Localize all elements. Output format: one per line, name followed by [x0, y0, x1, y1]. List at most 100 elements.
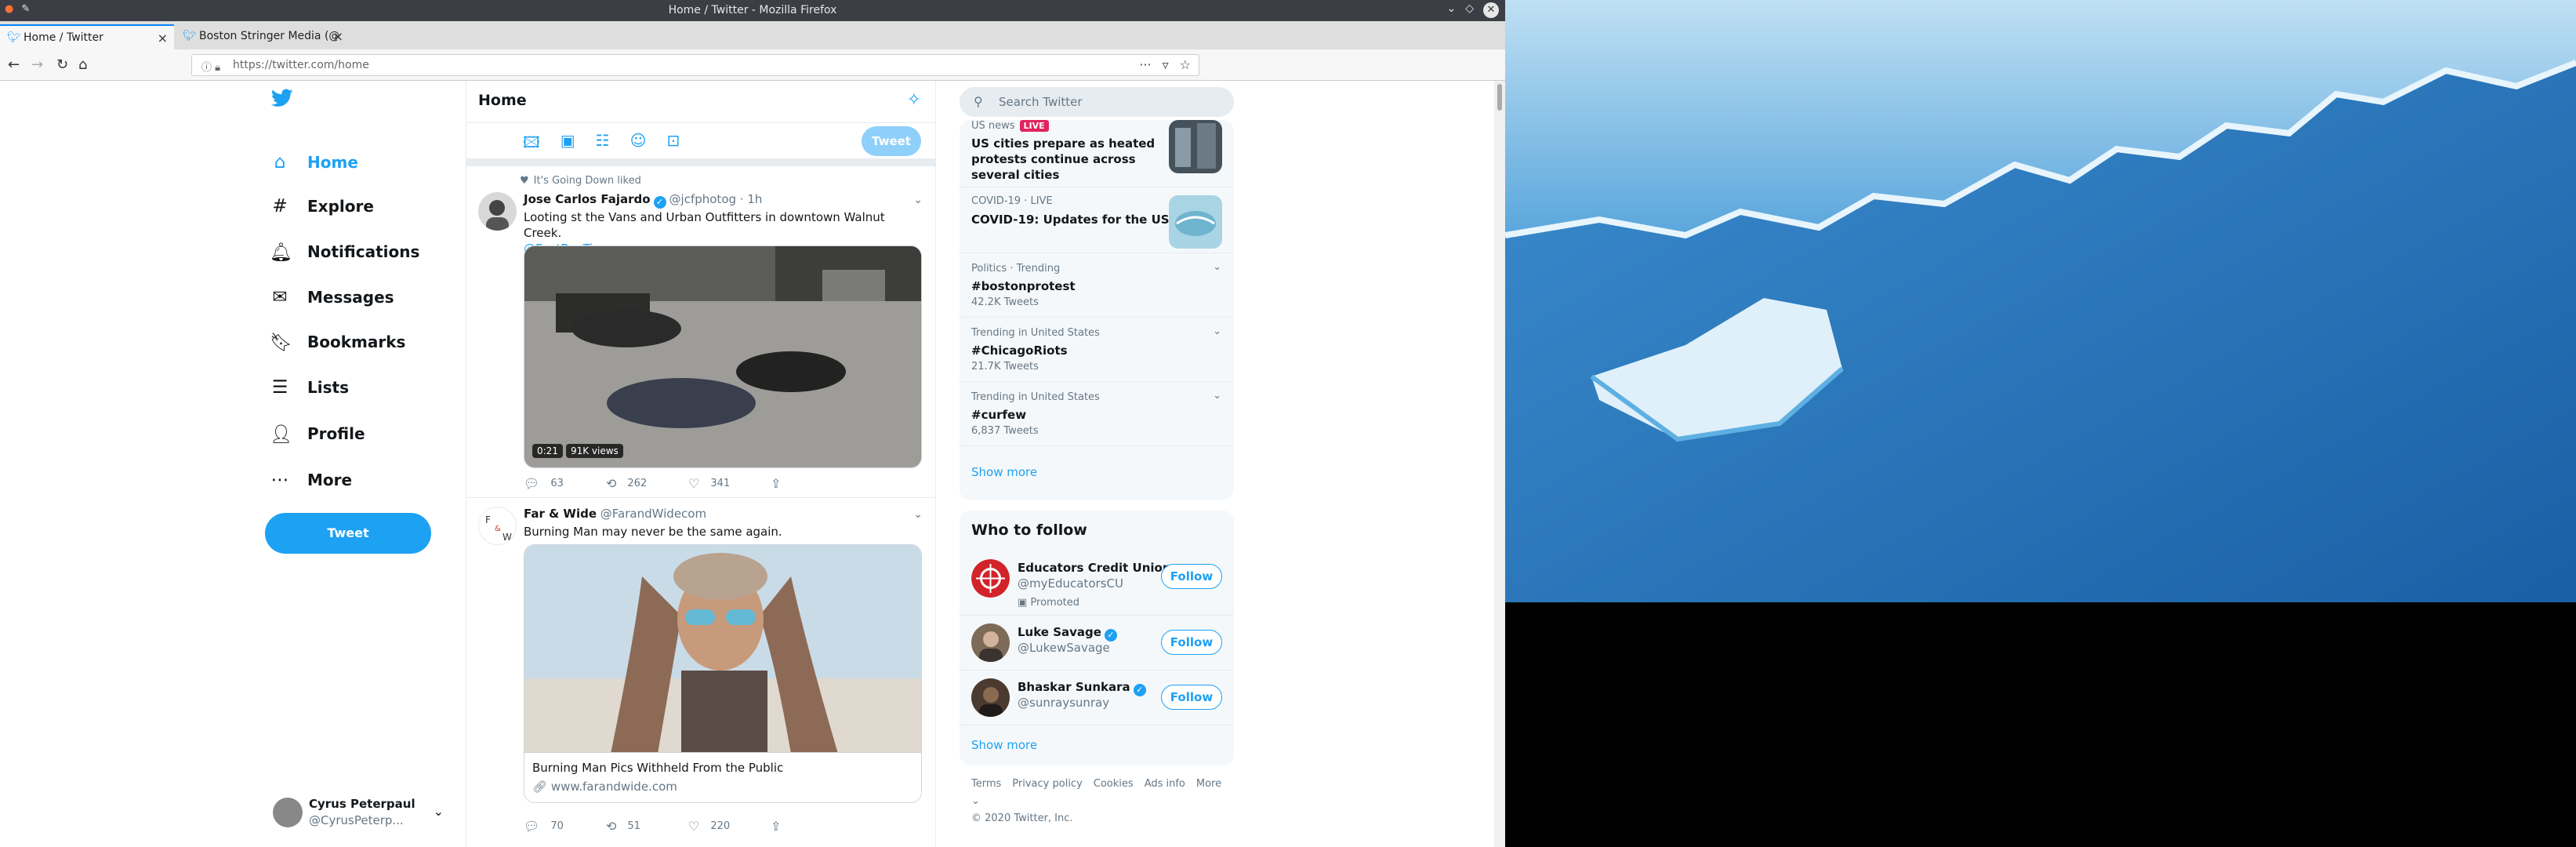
suggestion-name-text: Luke Savage — [1018, 625, 1101, 639]
follow-button[interactable]: Follow — [1161, 564, 1222, 589]
tab-home-twitter[interactable]: 🐦︎ Home / Twitter × — [0, 24, 174, 49]
avatar — [273, 798, 303, 827]
account-handle: @CyrusPeterp... — [309, 813, 404, 827]
retweet-button[interactable]: ⟲ 51 — [606, 819, 688, 834]
list-icon: ☰ — [271, 377, 288, 398]
close-window-icon[interactable]: ✕ — [1483, 2, 1499, 18]
chevron-down-icon[interactable]: ⌄ — [1213, 325, 1221, 337]
schedule-icon[interactable]: ⊡ — [666, 131, 680, 158]
maximize-icon[interactable]: ◇ — [1465, 2, 1474, 18]
image-icon[interactable]: 🖾 — [523, 131, 540, 158]
link-card[interactable]: Burning Man Pics Withheld From the Publi… — [524, 544, 922, 803]
trend-item[interactable]: Trending in United States ⌄ #curfew 6,83… — [960, 382, 1234, 446]
footer-ads-link[interactable]: Ads info — [1145, 778, 1185, 790]
share-button[interactable]: ⇪ — [771, 476, 853, 491]
wtf-show-more-link[interactable]: Show more — [971, 738, 1037, 752]
minimize-icon[interactable]: ⌄ — [1446, 2, 1456, 18]
close-tab-icon[interactable]: × — [333, 29, 343, 44]
tweet-author[interactable]: Far & Wide @FarandWidecom — [524, 507, 706, 521]
tweet[interactable]: ♥ It's Going Down liked Jose Carlos Fajar… — [466, 167, 935, 498]
search-icon: ⚲ — [974, 94, 983, 109]
nav-label: Home — [307, 153, 358, 172]
avatar — [971, 623, 1010, 662]
tweet-actions: 💬︎ 63 ⟲ 262 ♡ 341 ⇪ — [524, 476, 853, 491]
retweet-button[interactable]: ⟲ 262 — [606, 476, 688, 491]
trends-show-more-link[interactable]: Show more — [971, 465, 1037, 479]
account-switcher[interactable]: Cyrus Peterpaul @CyrusPeterp... ⌄ — [273, 791, 444, 831]
trend-item[interactable]: US news LIVE US cities prepare as heated … — [960, 120, 1234, 187]
like-button[interactable]: ♡ 220 — [688, 819, 771, 834]
trends-panel: US news LIVE US cities prepare as heated … — [960, 120, 1234, 500]
scrollbar[interactable] — [1494, 81, 1505, 847]
card-title: Burning Man Pics Withheld From the Publi… — [532, 761, 784, 775]
chevron-down-icon[interactable]: ⌄ — [1213, 390, 1221, 402]
twitter-logo-icon[interactable] — [270, 87, 293, 113]
poll-icon[interactable]: ☷ — [596, 131, 610, 158]
sparkle-icon[interactable]: ✧ — [907, 90, 921, 110]
trend-meta: COVID-19 · LIVE — [971, 195, 1053, 207]
envelope-icon: ✉ — [272, 287, 288, 307]
follow-suggestion[interactable]: Luke Savage ✓ @LukewSavage Follow — [960, 616, 1234, 671]
tweet[interactable]: F & W Far & Wide @FarandWidecom ⌄ Burning … — [466, 499, 935, 847]
info-icon[interactable]: ⓘ 🔒︎ — [201, 59, 220, 74]
card-footer: Burning Man Pics Withheld From the Publi… — [524, 752, 921, 802]
tweet-button[interactable]: Tweet — [265, 513, 431, 554]
gif-icon[interactable]: ▣ — [561, 131, 575, 158]
url-prefix: https:// — [233, 59, 273, 71]
forward-icon[interactable]: → — [31, 56, 43, 73]
footer-terms-link[interactable]: Terms — [971, 778, 1001, 790]
follow-suggestion[interactable]: Bhaskar Sunkara ✓ @sunraysunray Follow — [960, 671, 1234, 725]
timeline-header: Home ✧ — [466, 81, 935, 123]
like-count: 341 — [710, 478, 731, 489]
nav-explore[interactable]: # Explore — [270, 189, 374, 224]
back-icon[interactable]: ← — [8, 56, 20, 73]
avatar[interactable]: F & W — [478, 507, 517, 545]
scrollbar-thumb[interactable] — [1497, 84, 1502, 111]
footer-privacy-link[interactable]: Privacy policy — [1012, 778, 1082, 790]
nav-profile[interactable]: 👤︎ Profile — [270, 416, 365, 451]
footer-cookies-link[interactable]: Cookies — [1094, 778, 1134, 790]
tweet-time[interactable]: · 1h — [740, 192, 763, 206]
share-button[interactable]: ⇪ — [771, 819, 853, 834]
nav-notifications[interactable]: 🔔︎ Notifications — [270, 234, 419, 269]
url-bar[interactable]: ⓘ 🔒︎ https://twitter.com/home ··· ▿ ☆ — [191, 54, 1199, 76]
reply-button[interactable]: 💬︎ 70 — [524, 819, 606, 834]
bookmark-star-icon[interactable]: ☆ — [1180, 57, 1191, 72]
page-actions-icon[interactable]: ··· — [1139, 57, 1151, 72]
reply-button[interactable]: 💬︎ 63 — [524, 476, 606, 491]
avatar[interactable] — [478, 192, 517, 231]
nav-more[interactable]: ⋯ More — [270, 463, 353, 497]
trend-count: 42.2K Tweets — [971, 296, 1039, 308]
home-browser-icon[interactable]: ⌂ — [78, 56, 87, 73]
search-input[interactable]: ⚲ Search Twitter — [960, 87, 1234, 117]
nav-label: Notifications — [307, 242, 420, 261]
tweet-video[interactable]: 0:21 91K views — [524, 245, 922, 468]
nav-bookmarks[interactable]: 🔖︎ Bookmarks — [270, 325, 405, 359]
chevron-down-icon[interactable]: ⌄ — [913, 194, 923, 206]
follow-button[interactable]: Follow — [1161, 630, 1222, 655]
heart-icon: ♥ — [520, 175, 529, 187]
tweet-author[interactable]: Jose Carlos Fajardo ✓ @jcfphotog · 1h — [524, 192, 762, 209]
chevron-down-icon[interactable]: ⌄ — [1213, 261, 1221, 273]
retweet-count: 51 — [627, 820, 640, 832]
bookmark-icon: 🔖︎ — [270, 332, 293, 353]
author-name: Jose Carlos Fajardo — [524, 192, 651, 206]
follow-button[interactable]: Follow — [1161, 685, 1222, 710]
promoted-label: ▣ Promoted — [1018, 597, 1079, 609]
nav-home[interactable]: ⌂ Home — [270, 145, 358, 180]
reload-icon[interactable]: ↻ — [56, 56, 68, 73]
trend-item[interactable]: Politics · Trending ⌄ #bostonprotest 42.… — [960, 253, 1234, 318]
nav-lists[interactable]: ☰ Lists — [270, 370, 349, 405]
nav-messages[interactable]: ✉ Messages — [270, 280, 394, 314]
pocket-icon[interactable]: ▿ — [1163, 57, 1169, 72]
close-tab-icon[interactable]: × — [158, 31, 168, 45]
follow-suggestion[interactable]: Educators Credit Union @myEducatorsCU ▣ … — [960, 553, 1234, 616]
trend-item[interactable]: COVID-19 · LIVE COVID-19: Updates for th… — [960, 187, 1234, 253]
compose-tweet-button[interactable]: Tweet — [862, 126, 921, 156]
chevron-down-icon[interactable]: ⌄ — [913, 508, 923, 521]
trend-item[interactable]: Trending in United States ⌄ #ChicagoRiot… — [960, 318, 1234, 382]
tab-boston-stringer[interactable]: 🐦︎ Boston Stringer Media (@ × — [176, 24, 350, 49]
like-button[interactable]: ♡ 341 — [688, 476, 771, 491]
tweet-actions: 💬︎ 70 ⟲ 51 ♡ 220 ⇪ — [524, 819, 853, 834]
emoji-icon[interactable]: ☺ — [630, 131, 647, 158]
